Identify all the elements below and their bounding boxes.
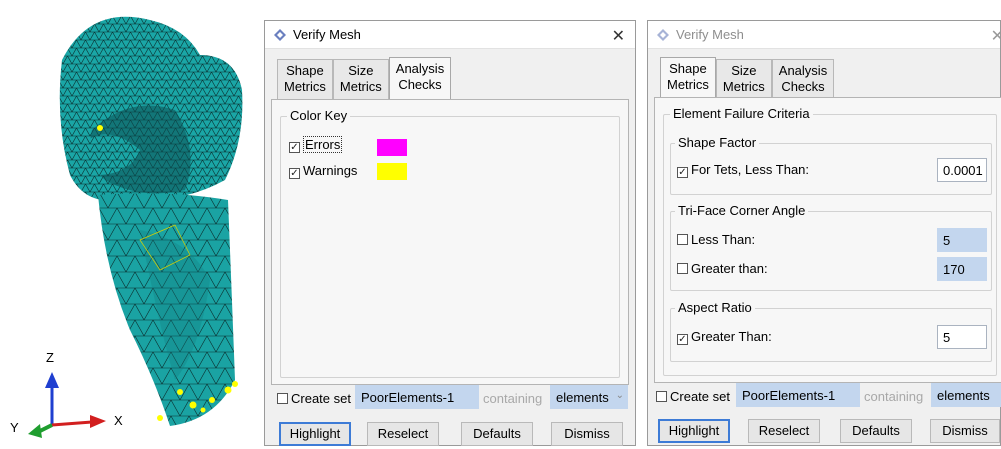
abaqus-app-icon [657,28,669,41]
dismiss-button[interactable]: Dismiss [551,422,623,446]
aspect-ratio-title: Aspect Ratio [675,300,755,315]
x-axis-label: X [114,413,123,428]
highlight-button[interactable]: Highlight [279,422,351,446]
tab-analysis-checks-right[interactable]: Analysis Checks [771,59,835,101]
less-than-input[interactable]: 5 [937,228,987,252]
aspect-ratio-input[interactable]: 5 [937,325,987,349]
close-icon[interactable]: ✕ [612,26,625,46]
tri-face-title: Tri-Face Corner Angle [675,203,809,218]
abaqus-app-icon [274,28,286,41]
z-axis-label: Z [46,350,54,365]
greater-than-input[interactable]: 170 [937,257,987,281]
create-set-label-right: Create set [670,389,730,404]
dialog-titlebar-right[interactable]: Verify Mesh ✕ [648,21,1001,49]
tooth-mesh-model [28,16,243,438]
create-set-checkbox-row-right[interactable]: Create set [656,389,730,404]
less-than-label: Less Than: [691,232,756,247]
aspect-ratio-group: Aspect Ratio ✓ Greater Than: 5 [670,300,992,362]
warnings-label: Warnings [303,163,358,178]
containing-select[interactable]: elements ⌄ [550,385,628,409]
shape-metrics-panel: Element Failure Criteria Shape Factor ✓ F… [654,97,1001,383]
errors-label: Errors [303,136,343,153]
chevron-down-icon: ⌄ [615,390,624,401]
greater-than-checkbox[interactable] [677,263,688,274]
set-name-field[interactable]: PoorElements-1 [355,385,479,409]
color-key-group: Color Key ✓ Errors ✓ Warnings [280,108,620,378]
greater-than-label: Greater than: [691,261,768,276]
errors-checkbox-row[interactable]: ✓ Errors [289,136,343,153]
less-than-checkbox[interactable] [677,234,688,245]
tab-shape-metrics-right[interactable]: Shape Metrics [660,57,716,99]
aspect-ratio-checkbox-row[interactable]: ✓ Greater Than: [677,329,772,345]
dismiss-button-right[interactable]: Dismiss [930,419,1000,443]
reselect-button-right[interactable]: Reselect [748,419,820,443]
tab-shape-metrics[interactable]: Shape Metrics [277,59,333,101]
containing-label-right: containing [864,389,924,404]
verify-mesh-dialog-analysis: Verify Mesh ✕ Shape Metrics Size Metrics A… [264,20,636,446]
shape-factor-input[interactable]: 0.0001 [937,158,987,182]
tri-face-group: Tri-Face Corner Angle Less Than: 5 Great… [670,203,992,291]
x-axis-line [51,420,93,427]
dialog-titlebar[interactable]: Verify Mesh ✕ [265,21,635,49]
reselect-button[interactable]: Reselect [367,422,439,446]
errors-checkbox[interactable]: ✓ [289,142,300,153]
create-set-label: Create set [291,391,351,406]
create-set-checkbox-row[interactable]: Create set [277,391,351,406]
tab-analysis-checks[interactable]: Analysis Checks [388,57,452,99]
less-than-checkbox-row[interactable]: Less Than: [677,232,755,247]
aspect-ratio-checkbox[interactable]: ✓ [677,334,688,345]
dialog-title-right: Verify Mesh [676,27,744,42]
aspect-ratio-label: Greater Than: [691,329,772,344]
warnings-checkbox[interactable]: ✓ [289,168,300,179]
containing-select-right[interactable]: elements [931,383,1001,407]
greater-than-checkbox-row[interactable]: Greater than: [677,261,768,276]
color-key-title: Color Key [287,108,351,123]
containing-select-value: elements [556,390,609,405]
shape-factor-group: Shape Factor ✓ For Tets, Less Than: 0.000… [670,135,992,195]
containing-label: containing [483,391,543,406]
shape-factor-checkbox-row[interactable]: ✓ For Tets, Less Than: [677,162,809,178]
defaults-button-right[interactable]: Defaults [840,419,912,443]
mesh-viewport[interactable]: Z X Y [0,0,262,446]
analysis-checks-panel: Color Key ✓ Errors ✓ Warnings [271,99,629,385]
defaults-button[interactable]: Defaults [461,422,533,446]
y-axis-label: Y [10,420,19,435]
shape-factor-checkbox[interactable]: ✓ [677,167,688,178]
verify-mesh-dialog-shape: Verify Mesh ✕ Shape Metrics Size Metrics A… [647,20,1001,446]
warnings-checkbox-row[interactable]: ✓ Warnings [289,163,357,179]
set-name-field-right[interactable]: PoorElements-1 [736,383,860,407]
shape-factor-title: Shape Factor [675,135,760,150]
dialog-title: Verify Mesh [293,27,361,42]
element-failure-group: Element Failure Criteria Shape Factor ✓ F… [663,106,997,376]
create-set-checkbox-right[interactable] [656,391,667,402]
tab-size-metrics-right[interactable]: Size Metrics [715,59,772,101]
warnings-color-swatch[interactable] [377,163,407,180]
close-icon[interactable]: ✕ [991,26,1001,46]
tab-size-metrics[interactable]: Size Metrics [332,59,389,101]
highlight-button-right[interactable]: Highlight [658,419,730,443]
errors-color-swatch[interactable] [377,139,407,156]
shape-factor-label: For Tets, Less Than: [691,162,810,177]
element-failure-title: Element Failure Criteria [670,106,813,121]
containing-select-value-right: elements [937,388,990,403]
create-set-checkbox[interactable] [277,393,288,404]
